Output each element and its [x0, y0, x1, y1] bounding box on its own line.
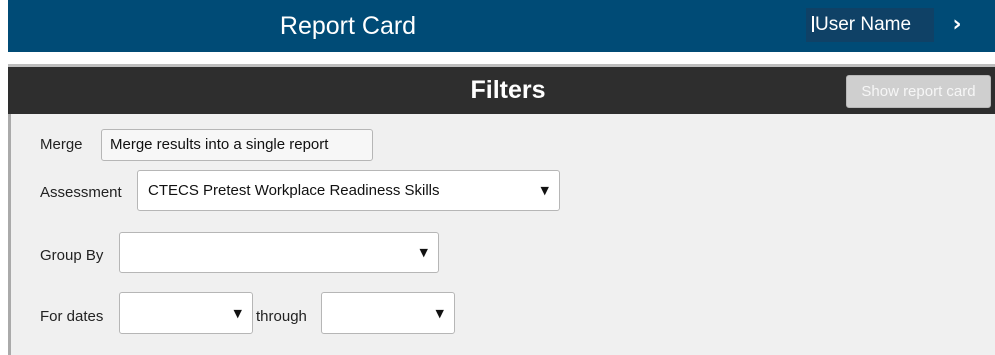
- assessment-label: Assessment: [40, 184, 122, 201]
- date-from-select[interactable]: ▼: [119, 292, 253, 334]
- user-name: User Name: [815, 14, 912, 35]
- dropdown-arrow-icon: ▼: [435, 306, 444, 320]
- dropdown-arrow-icon: ▼: [540, 184, 549, 197]
- dropdown-arrow-icon: ▼: [419, 246, 428, 259]
- through-label: through: [256, 308, 307, 325]
- merge-label: Merge: [40, 136, 83, 153]
- merge-button[interactable]: Merge results into a single report: [101, 129, 373, 161]
- show-report-card-button[interactable]: Show report card: [846, 75, 991, 108]
- user-menu[interactable]: User Name: [806, 8, 934, 42]
- chevron-right-icon[interactable]: ›: [945, 8, 969, 42]
- divider: [812, 16, 814, 32]
- spacer: [8, 52, 995, 64]
- page-title: Report Card: [279, 12, 417, 40]
- assessment-select[interactable]: CTECS Pretest Workplace Readiness Skills…: [137, 170, 560, 211]
- group-by-label: Group By: [40, 247, 104, 264]
- filters-panel: Merge Merge results into a single report…: [8, 114, 995, 355]
- date-through-select[interactable]: ▼: [321, 292, 455, 334]
- for-dates-label: For dates: [40, 308, 104, 325]
- assessment-value: CTECS Pretest Workplace Readiness Skills: [148, 182, 440, 199]
- group-by-select[interactable]: ▼: [119, 232, 439, 273]
- dropdown-arrow-icon: ▼: [233, 306, 242, 320]
- filters-header: Filters Show report card: [8, 64, 995, 114]
